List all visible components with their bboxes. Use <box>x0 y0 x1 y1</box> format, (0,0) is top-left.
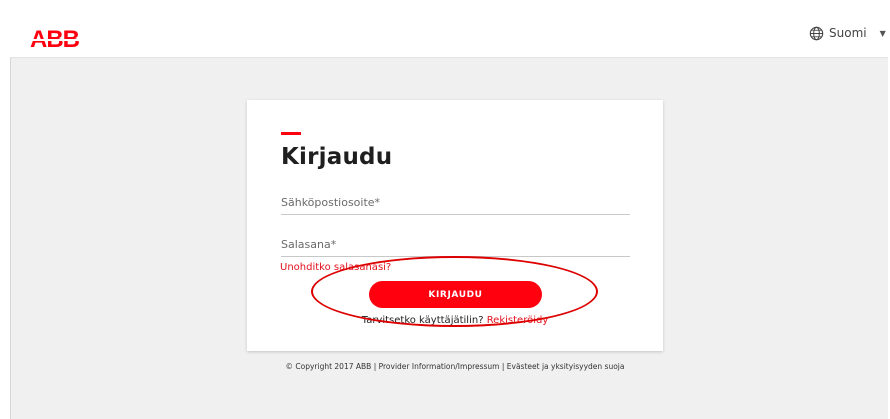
language-label: Suomi <box>829 26 867 40</box>
chevron-down-icon: ▼ <box>879 28 886 38</box>
register-prompt: Tarvitsetko käyttäjätilin? Rekisteröidy <box>247 315 663 326</box>
globe-icon <box>809 26 824 40</box>
accent-bar <box>281 132 301 135</box>
top-bar: ABB Suomi ▼ <box>10 8 888 58</box>
email-field[interactable] <box>281 190 630 215</box>
password-field[interactable] <box>281 232 630 257</box>
login-button[interactable]: KIRJAUDU <box>369 281 542 308</box>
abb-logo: ABB <box>30 28 86 52</box>
language-selector[interactable]: Suomi ▼ <box>809 24 886 42</box>
register-prompt-text: Tarvitsetko käyttäjätilin? <box>361 315 484 326</box>
login-card: Kirjaudu Unohditko salasanasi? KIRJAUDU … <box>247 100 663 351</box>
footer-text: © Copyright 2017 ABB | Provider Informat… <box>285 362 625 371</box>
page-title: Kirjaudu <box>281 144 393 170</box>
forgot-password-link[interactable]: Unohditko salasanasi? <box>280 262 391 273</box>
register-link[interactable]: Rekisteröidy <box>487 315 549 326</box>
